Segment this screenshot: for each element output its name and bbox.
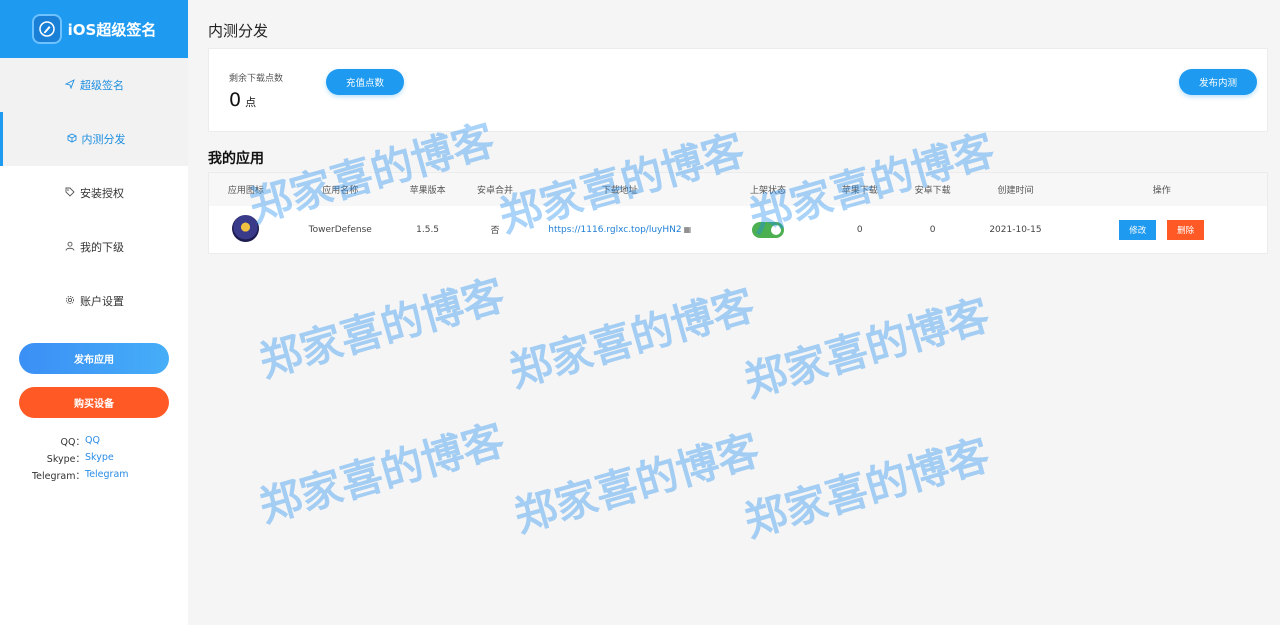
pen-icon (31, 14, 62, 44)
column-header: 安卓合并 (476, 186, 513, 196)
column-header: 安卓下载 (914, 186, 951, 196)
sidebar-item-account-settings[interactable]: 账户设置 (0, 274, 188, 328)
recharge-button[interactable]: 充值点数 (326, 69, 404, 95)
sidebar-item-label: 超级签名 (80, 79, 124, 92)
ios-downloads: 0 (856, 224, 863, 235)
column-header: 应用名称 (322, 186, 359, 196)
column-header: 操作 (1152, 186, 1171, 196)
apps-table: 应用图标 应用名称 苹果版本 安卓合并 下载地址 上架状态 苹果下载 安卓下载 … (208, 172, 1268, 254)
logo-text: iOS超级签名 (67, 20, 157, 39)
user-icon (64, 241, 76, 254)
contact-key: Skype： (46, 453, 85, 465)
delete-button[interactable]: 删除 (1167, 219, 1205, 240)
sidebar-item-subordinates[interactable]: 我的下级 (0, 220, 188, 274)
paper-plane-icon (64, 78, 76, 92)
contact-list: QQ： QQ Skype： Skype Telegram： Telegram (0, 432, 188, 483)
table-header: 应用图标 应用名称 苹果版本 安卓合并 下载地址 上架状态 苹果下载 安卓下载 … (209, 173, 1267, 206)
table-row: TowerDefense 1.5.5 否 https://1116.rglxc.… (209, 206, 1267, 253)
section-title: 我的应用 (208, 151, 264, 167)
sidebar-item-beta-distribution[interactable]: 内测分发 (0, 112, 188, 166)
sidebar-item-label: 我的下级 (80, 241, 124, 254)
contact-key: Telegram： (31, 470, 85, 482)
download-url-cell: https://1116.rglxc.top/luyHN2 ▦ (532, 225, 707, 235)
sidebar: iOS超级签名 超级签名 内测分发 安装授权 我的下级 账户设置 发布应用 购买… (0, 0, 188, 625)
ios-version: 1.5.5 (416, 224, 440, 235)
sidebar-item-label: 安装授权 (80, 187, 124, 200)
logo-bar: iOS超级签名 (0, 0, 188, 58)
balance-card: 剩余下载点数 0点 充值点数 发布内测 (208, 48, 1268, 132)
app-name: TowerDefense (308, 224, 372, 235)
cube-icon (66, 132, 78, 146)
contact-link-skype[interactable]: Skype (85, 452, 114, 463)
app-icon (232, 214, 260, 242)
main-content: 内测分发 剩余下载点数 0点 充值点数 发布内测 我的应用 应用图标 应用名称 … (188, 0, 1280, 625)
actions-cell: 修改 删除 (1056, 219, 1267, 240)
qrcode-icon[interactable]: ▦ (684, 225, 692, 234)
balance-unit: 点 (245, 96, 257, 109)
column-header: 创建时间 (997, 186, 1034, 196)
contact-link-qq[interactable]: QQ (85, 435, 100, 446)
contact-link-telegram[interactable]: Telegram (85, 469, 129, 480)
column-header: 上架状态 (749, 186, 786, 196)
listing-status-cell (707, 221, 829, 238)
app-icon-cell (209, 214, 283, 245)
created-date: 2021-10-15 (989, 224, 1042, 235)
release-beta-button[interactable]: 发布内测 (1179, 69, 1257, 95)
gear-icon (64, 295, 76, 308)
edit-button[interactable]: 修改 (1119, 219, 1157, 240)
sidebar-item-label: 内测分发 (81, 133, 126, 146)
tag-icon (64, 187, 76, 200)
listing-status-toggle[interactable] (751, 221, 784, 238)
column-header: 苹果下载 (841, 186, 878, 196)
contact-row-telegram: Telegram： Telegram (0, 466, 188, 483)
contact-key: QQ： (60, 436, 85, 448)
balance-number: 0 (229, 89, 242, 111)
publish-app-button[interactable]: 发布应用 (19, 343, 169, 374)
column-header: 应用图标 (227, 186, 264, 196)
buy-device-button[interactable]: 购买设备 (19, 387, 169, 418)
column-header: 苹果版本 (409, 186, 446, 196)
balance-label: 剩余下载点数 (229, 74, 284, 84)
android-merge: 否 (490, 226, 500, 236)
android-downloads: 0 (929, 224, 936, 235)
contact-row-skype: Skype： Skype (0, 449, 188, 466)
column-header: 下载地址 (601, 186, 638, 196)
balance-value: 0点 (229, 89, 256, 111)
sidebar-item-label: 账户设置 (80, 295, 124, 308)
contact-row-qq: QQ： QQ (0, 432, 188, 449)
sidebar-item-super-sign[interactable]: 超级签名 (0, 58, 188, 112)
sidebar-item-install-auth[interactable]: 安装授权 (0, 166, 188, 220)
download-link[interactable]: https://1116.rglxc.top/luyHN2 (548, 225, 681, 235)
page-title: 内测分发 (208, 22, 269, 40)
